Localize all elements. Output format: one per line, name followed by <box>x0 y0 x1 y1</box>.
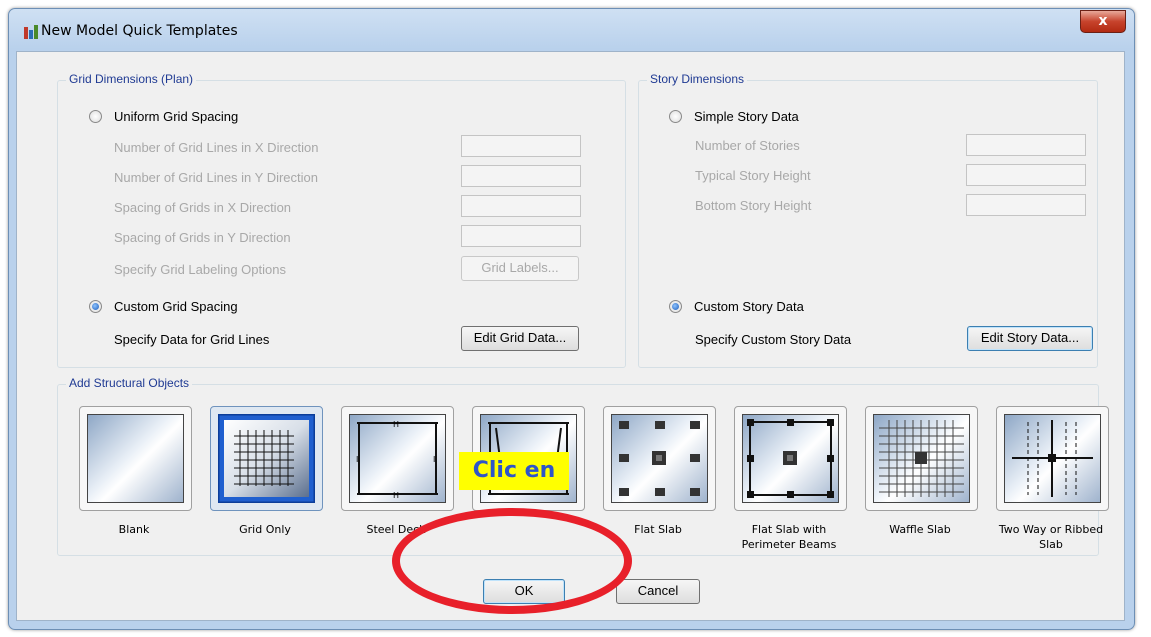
uniform-grid-radio-indicator[interactable] <box>89 110 102 123</box>
perimeter-beams-icon <box>747 419 834 498</box>
grid-spacing-x-input[interactable] <box>461 195 581 217</box>
steel-deck-beams-icon: H H I I <box>356 420 438 500</box>
template-tile-blank[interactable] <box>79 406 192 511</box>
custom-story-radio[interactable]: Custom Story Data <box>669 299 804 314</box>
simple-story-label: Simple Story Data <box>694 109 799 124</box>
edit-story-data-button[interactable]: Edit Story Data... <box>967 326 1093 351</box>
grid-spacing-x-label: Spacing of Grids in X Direction <box>114 200 292 215</box>
custom-grid-radio-indicator[interactable] <box>89 300 102 313</box>
grid-labeling-label: Specify Grid Labeling Options <box>114 262 286 277</box>
typical-story-height-input[interactable] <box>966 164 1086 186</box>
grid-lines-y-label: Number of Grid Lines in Y Direction <box>114 170 319 185</box>
grid-spacing-y-input[interactable] <box>461 225 581 247</box>
template-tile-flat-slab[interactable] <box>603 406 716 511</box>
number-of-stories-input[interactable] <box>966 134 1086 156</box>
grid-dimensions-title: Grid Dimensions (Plan) <box>66 72 197 86</box>
template-tile-two-way-slab[interactable] <box>996 406 1109 511</box>
edit-grid-data-button[interactable]: Edit Grid Data... <box>461 326 579 351</box>
blank-template-icon <box>87 414 184 503</box>
grid-lines-x-input[interactable] <box>461 135 581 157</box>
simple-story-radio[interactable]: Simple Story Data <box>669 109 799 124</box>
grid-lines-y-input[interactable] <box>461 165 581 187</box>
grid-only-template-icon <box>218 414 315 503</box>
custom-grid-radio[interactable]: Custom Grid Spacing <box>89 299 238 314</box>
number-of-stories-label: Number of Stories <box>695 138 800 153</box>
custom-grid-label: Custom Grid Spacing <box>114 299 238 314</box>
uniform-grid-radio[interactable]: Uniform Grid Spacing <box>89 109 238 124</box>
template-tile-grid-only[interactable] <box>210 406 323 511</box>
structural-objects-title: Add Structural Objects <box>66 376 193 390</box>
bottom-story-height-input[interactable] <box>966 194 1086 216</box>
custom-story-data-label: Specify Custom Story Data <box>695 332 852 347</box>
uniform-grid-label: Uniform Grid Spacing <box>114 109 239 124</box>
custom-story-radio-indicator[interactable] <box>669 300 682 313</box>
instruction-callout: Clic en <box>459 452 569 490</box>
grid-lines-x-label: Number of Grid Lines in X Direction <box>114 140 319 155</box>
flat-slab-columns-icon <box>619 421 700 496</box>
typical-story-height-label: Typical Story Height <box>695 168 811 183</box>
grid-labels-button[interactable]: Grid Labels... <box>461 256 579 281</box>
template-tile-steel-deck[interactable]: H H I I <box>341 406 454 511</box>
app-icon <box>24 25 38 39</box>
template-label-blank: Blank <box>118 523 150 536</box>
grid-data-label: Specify Data for Grid Lines <box>114 332 270 347</box>
template-label-two-way-slab: Two Way or Ribbed Slab <box>998 523 1104 551</box>
two-way-beams-icon <box>1012 420 1093 497</box>
ok-highlight-ellipse <box>392 508 632 614</box>
bottom-story-height-label: Bottom Story Height <box>695 198 812 213</box>
simple-story-radio-indicator[interactable] <box>669 110 682 123</box>
template-label-grid-only: Grid Only <box>239 523 291 536</box>
template-label-waffle-slab: Waffle Slab <box>889 523 951 536</box>
title-bar: New Model Quick Templates x <box>9 9 1134 49</box>
window-title: New Model Quick Templates <box>41 23 238 39</box>
cancel-button[interactable]: Cancel <box>616 579 700 604</box>
custom-story-label: Custom Story Data <box>694 299 804 314</box>
svg-text:H: H <box>393 491 399 500</box>
template-tile-flat-slab-perimeter[interactable] <box>734 406 847 511</box>
template-label-flat-slab-perimeter: Flat Slab with Perimeter Beams <box>741 523 837 551</box>
close-icon: x <box>1098 13 1108 29</box>
svg-text:I: I <box>433 455 435 464</box>
svg-text:H: H <box>393 420 399 429</box>
story-dimensions-title: Story Dimensions <box>647 72 748 86</box>
close-button[interactable]: x <box>1080 10 1126 33</box>
svg-text:I: I <box>356 455 358 464</box>
waffle-grid-icon <box>879 420 964 497</box>
grid-spacing-y-label: Spacing of Grids in Y Direction <box>114 230 291 245</box>
template-tile-waffle-slab[interactable] <box>865 406 978 511</box>
